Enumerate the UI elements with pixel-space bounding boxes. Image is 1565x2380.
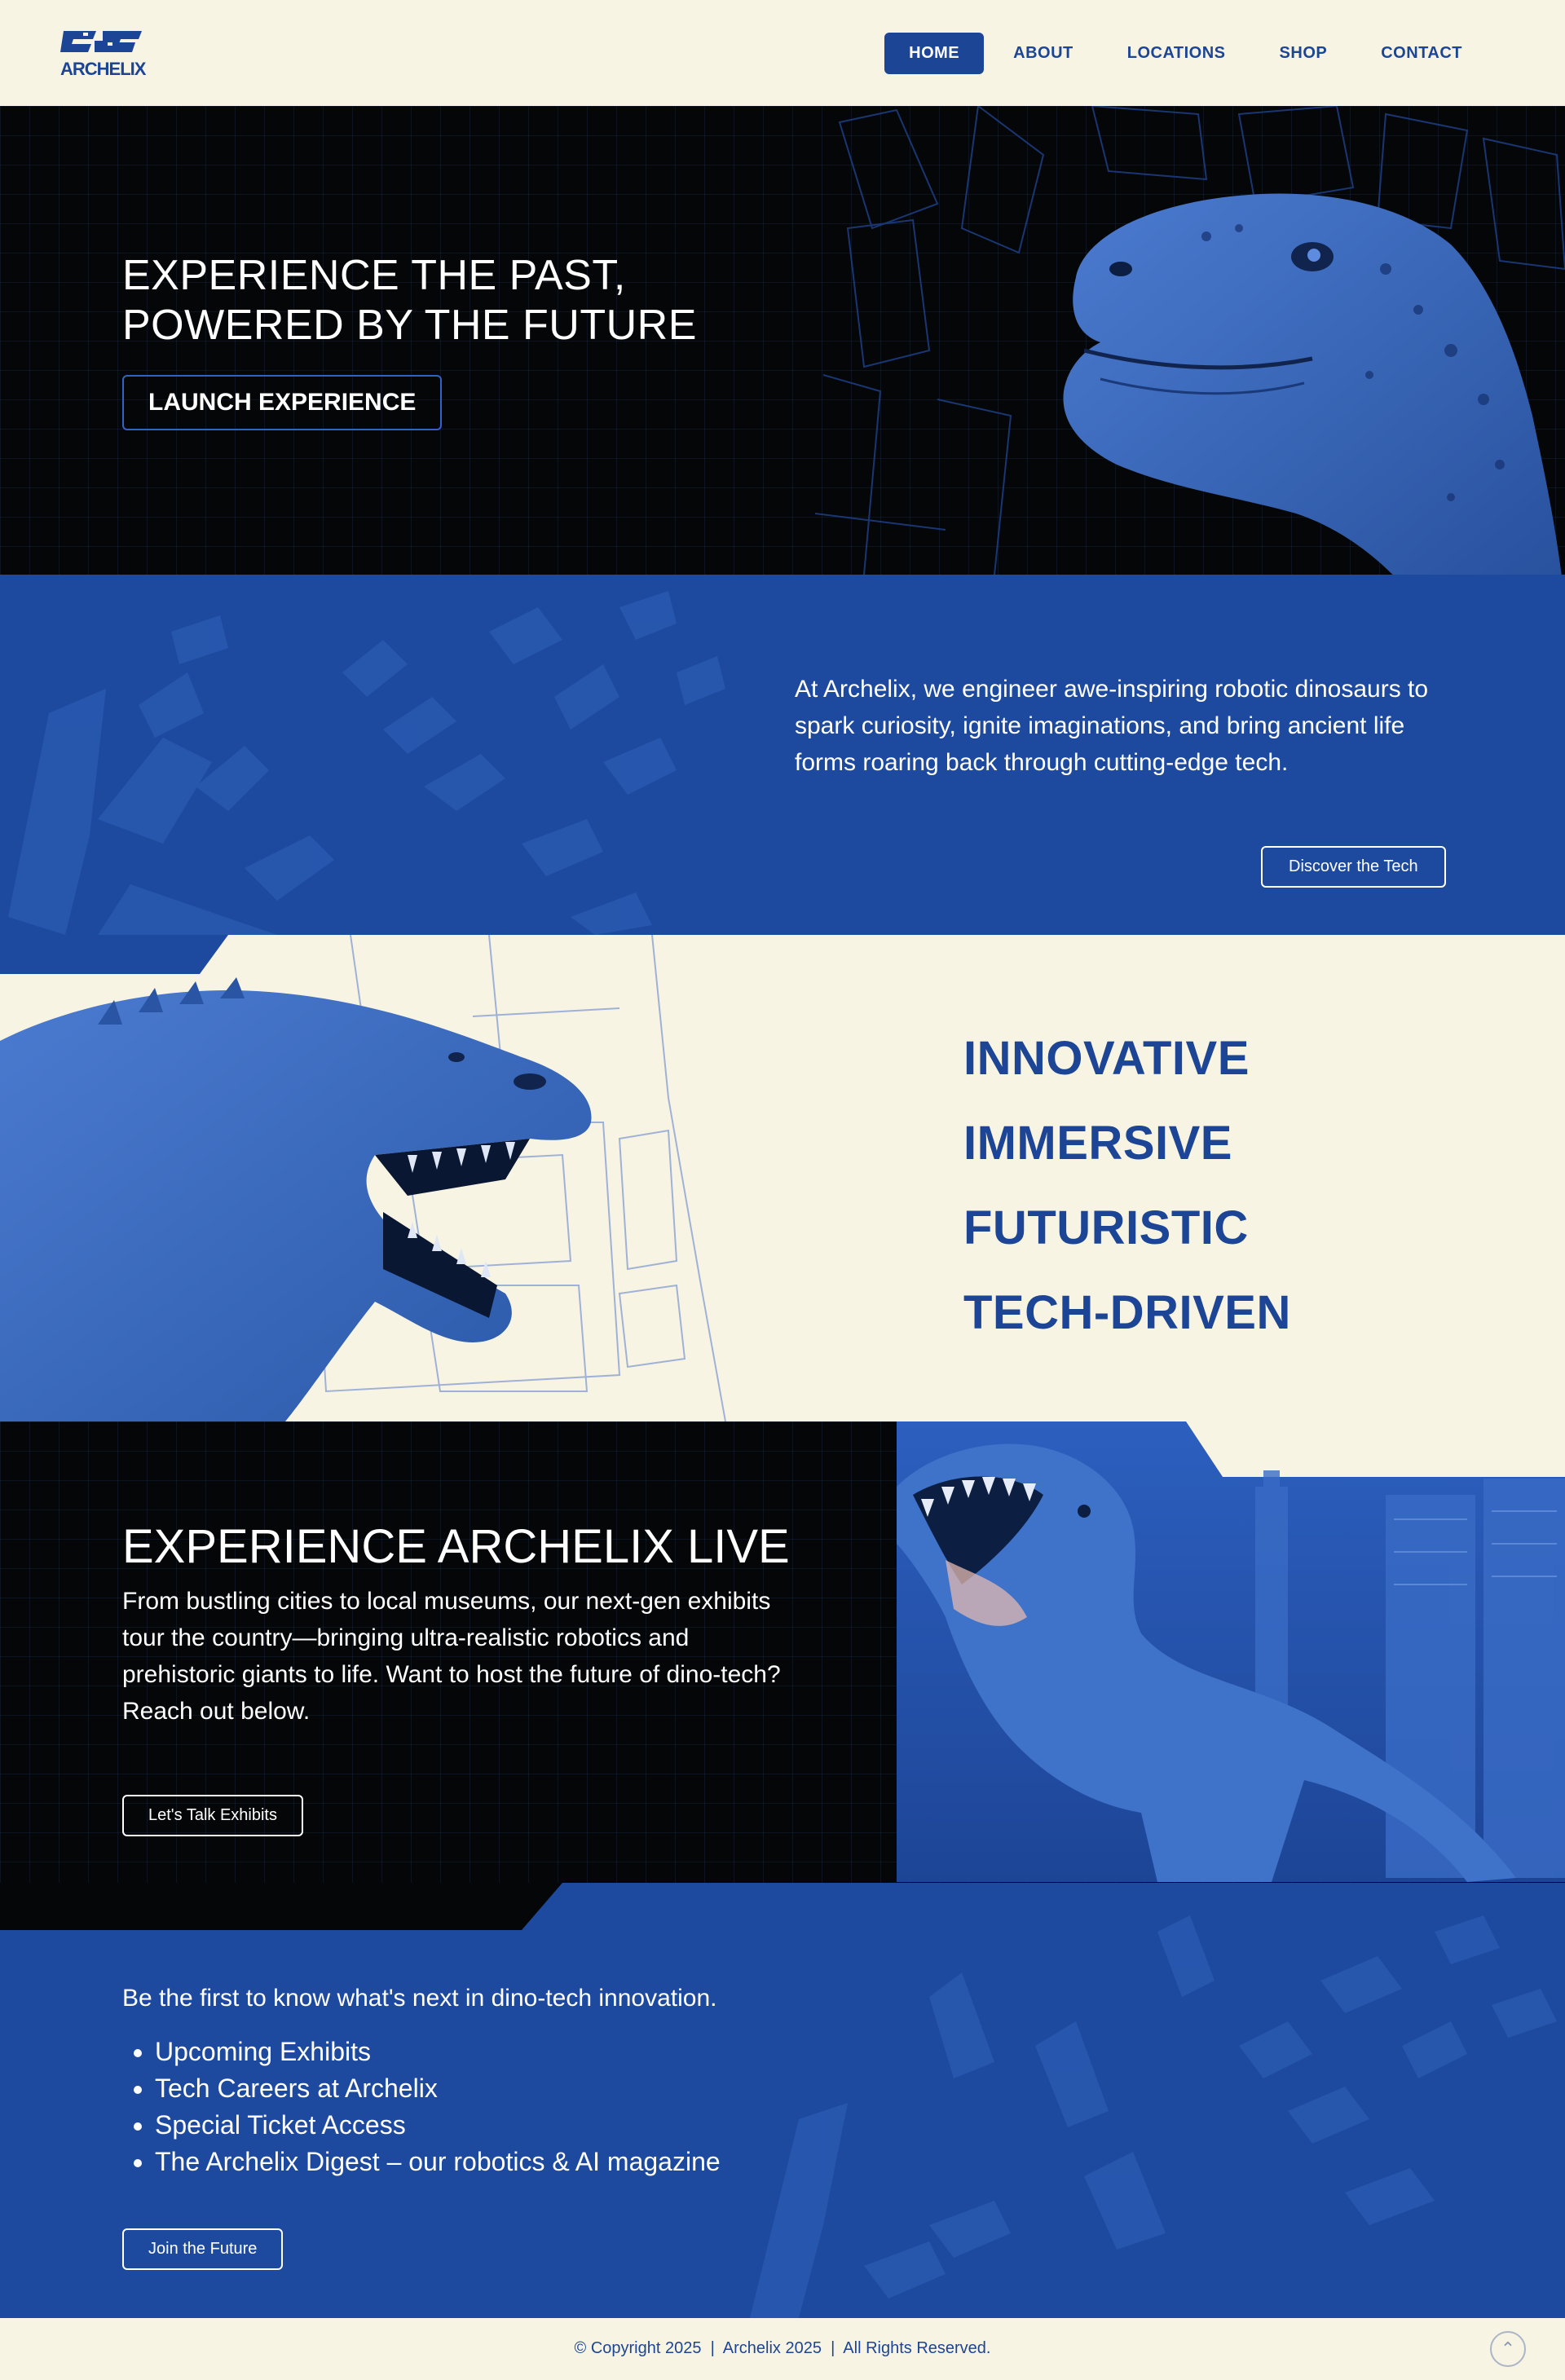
newsletter-item: Special Ticket Access — [155, 2107, 721, 2144]
hero-title: EXPERIENCE THE PAST, POWERED BY THE FUTU… — [122, 251, 697, 350]
newsletter-item: The Archelix Digest – our robotics & AI … — [155, 2144, 721, 2180]
newsletter-list: Upcoming Exhibits Tech Careers at Archel… — [155, 2034, 721, 2180]
about-section: At Archelix, we engineer awe-inspiring r… — [0, 575, 1565, 935]
discover-tech-button[interactable]: Discover the Tech — [1261, 846, 1446, 888]
site-header: ARCHELIX HOME ABOUT LOCATIONS SHOP CONTA… — [0, 0, 1565, 106]
live-title: EXPERIENCE ARCHELIX LIVE — [122, 1520, 790, 1573]
feature-item: INNOVATIVE — [963, 1032, 1250, 1085]
feature-item: FUTURISTIC — [963, 1201, 1249, 1254]
newsletter-item: Upcoming Exhibits — [155, 2034, 721, 2070]
logo-text: ARCHELIX — [60, 59, 146, 79]
hero-title-line2: POWERED BY THE FUTURE — [122, 302, 697, 349]
trex-city-illustration — [897, 1421, 1565, 1882]
newsletter-section: Be the first to know what's next in dino… — [0, 1883, 1565, 2318]
nav-contact[interactable]: CONTACT — [1356, 33, 1487, 74]
raptor-head-illustration — [1063, 193, 1562, 575]
nav-home[interactable]: HOME — [884, 33, 985, 74]
features-list: INNOVATIVE IMMERSIVE FUTURISTIC TECH-DRI… — [963, 1016, 1291, 1355]
copyright-text: © Copyright 2025 | Archelix 2025 | All R… — [574, 2339, 991, 2357]
nav-shop[interactable]: SHOP — [1255, 33, 1352, 74]
about-pattern-background — [8, 591, 725, 935]
site-footer: © Copyright 2025 | Archelix 2025 | All R… — [0, 2318, 1565, 2380]
hero-section: EXPERIENCE THE PAST, POWERED BY THE FUTU… — [0, 106, 1565, 575]
nav-locations[interactable]: LOCATIONS — [1103, 33, 1250, 74]
join-the-future-button[interactable]: Join the Future — [122, 2228, 284, 2270]
chevron-up-icon: ⌃ — [1500, 2338, 1516, 2359]
archelix-logo[interactable]: ARCHELIX — [59, 28, 146, 79]
lets-talk-exhibits-button[interactable]: Let's Talk Exhibits — [122, 1795, 303, 1836]
newsletter-item: Tech Careers at Archelix — [155, 2070, 721, 2107]
about-text: At Archelix, we engineer awe-inspiring r… — [795, 676, 1429, 776]
feature-item: IMMERSIVE — [963, 1117, 1232, 1170]
live-text: From bustling cities to local museums, o… — [122, 1588, 781, 1725]
scroll-to-top-button[interactable]: ⌃ — [1490, 2331, 1526, 2367]
nav-about[interactable]: ABOUT — [989, 33, 1098, 74]
features-section: INNOVATIVE IMMERSIVE FUTURISTIC TECH-DRI… — [0, 935, 1565, 1421]
hero-title-line1: EXPERIENCE THE PAST, — [122, 252, 626, 299]
live-section: EXPERIENCE ARCHELIX LIVE From bustling c… — [0, 1421, 1565, 1930]
main-nav: HOME ABOUT LOCATIONS SHOP CONTACT — [884, 33, 1487, 74]
newsletter-intro: Be the first to know what's next in dino… — [122, 1985, 717, 2012]
trex-roaring-illustration — [0, 977, 592, 1421]
launch-experience-button[interactable]: LAUNCH EXPERIENCE — [122, 375, 443, 430]
feature-item: TECH-DRIVEN — [963, 1286, 1291, 1339]
